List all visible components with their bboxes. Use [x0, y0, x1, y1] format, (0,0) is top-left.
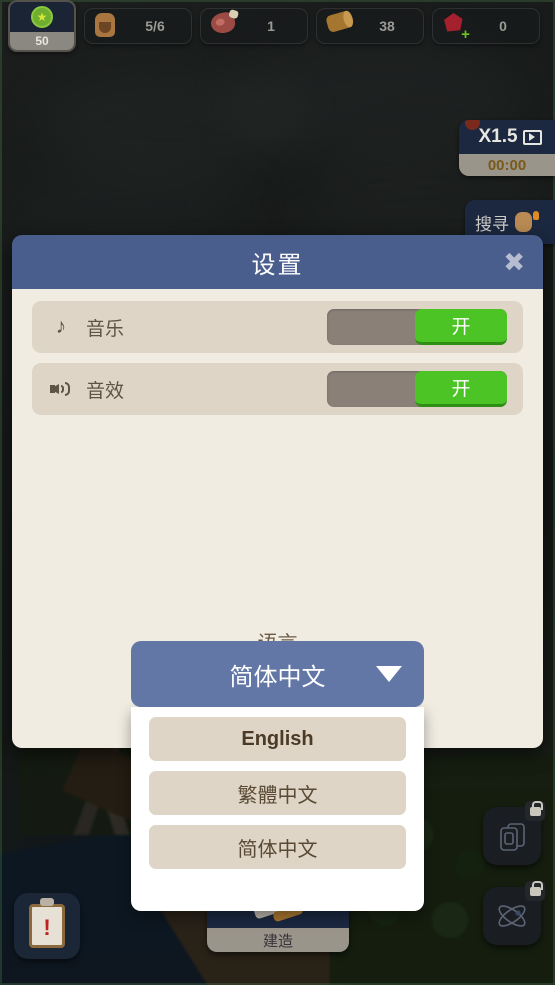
speaker-icon	[48, 376, 74, 402]
sound-toggle[interactable]: 开	[327, 371, 507, 407]
music-label: 音乐	[86, 318, 125, 340]
build-label: 建造	[207, 928, 349, 952]
boost-timer: 00:00	[459, 154, 555, 176]
game-screen: ★ 50 5/6 1 38 + 0 X1.5 00:00 搜寻 ! 建造 设置 …	[0, 0, 555, 985]
music-toggle[interactable]: 开	[327, 309, 507, 345]
language-option-traditional-chinese[interactable]: 繁體中文	[149, 771, 406, 815]
resource-gems[interactable]: + 0	[432, 8, 540, 44]
boost-multiplier: X1.5	[478, 126, 518, 147]
boost-card[interactable]: X1.5 00:00	[459, 120, 555, 176]
population-value: 5/6	[145, 18, 165, 34]
chevron-down-icon	[376, 666, 402, 682]
search-label: 搜寻	[475, 214, 509, 234]
level-badge[interactable]: ★ 50	[8, 0, 76, 52]
close-icon[interactable]: ✖	[503, 249, 525, 275]
language-dropdown: 简体中文 English 繁體中文 简体中文	[131, 641, 424, 911]
sound-label: 音效	[86, 380, 125, 402]
lock-icon	[525, 800, 545, 821]
person-icon	[95, 13, 121, 39]
quests-button[interactable]: !	[14, 893, 80, 959]
clipboard-icon: !	[29, 904, 65, 948]
wood-value: 38	[379, 18, 395, 34]
torch-explorer-icon	[513, 208, 539, 236]
food-value: 1	[267, 18, 275, 34]
language-selected-value: 简体中文	[229, 663, 326, 691]
gem-icon: +	[443, 13, 470, 43]
medal-icon: ★	[31, 2, 53, 32]
cards-button-locked[interactable]	[483, 800, 545, 865]
lock-icon	[525, 880, 545, 901]
video-icon	[522, 129, 542, 145]
research-button-locked[interactable]	[483, 880, 545, 945]
language-select-trigger[interactable]: 简体中文	[131, 641, 424, 707]
resource-topbar: ★ 50 5/6 1 38 + 0	[0, 0, 555, 52]
resource-population[interactable]: 5/6	[84, 8, 192, 44]
wood-icon	[325, 9, 354, 39]
gem-plus-icon: +	[461, 26, 470, 43]
language-options-menu: English 繁體中文 简体中文	[131, 707, 424, 911]
gems-value: 0	[499, 18, 507, 34]
level-value: 50	[10, 32, 74, 50]
music-note-icon: ♪	[55, 315, 67, 338]
setting-row-music: ♪ 音乐 开	[32, 301, 523, 353]
resource-wood[interactable]: 38	[316, 8, 424, 44]
sound-toggle-state: 开	[415, 371, 507, 407]
meat-icon	[208, 10, 238, 39]
dialog-title: 设置	[251, 251, 304, 279]
setting-row-sound: 音效 开	[32, 363, 523, 415]
music-toggle-state: 开	[415, 309, 507, 345]
resource-food[interactable]: 1	[200, 8, 308, 44]
language-option-english[interactable]: English	[149, 717, 406, 761]
language-option-simplified-chinese[interactable]: 简体中文	[149, 825, 406, 869]
alert-mark: !	[43, 915, 51, 940]
dialog-header: 设置 ✖	[12, 235, 543, 289]
